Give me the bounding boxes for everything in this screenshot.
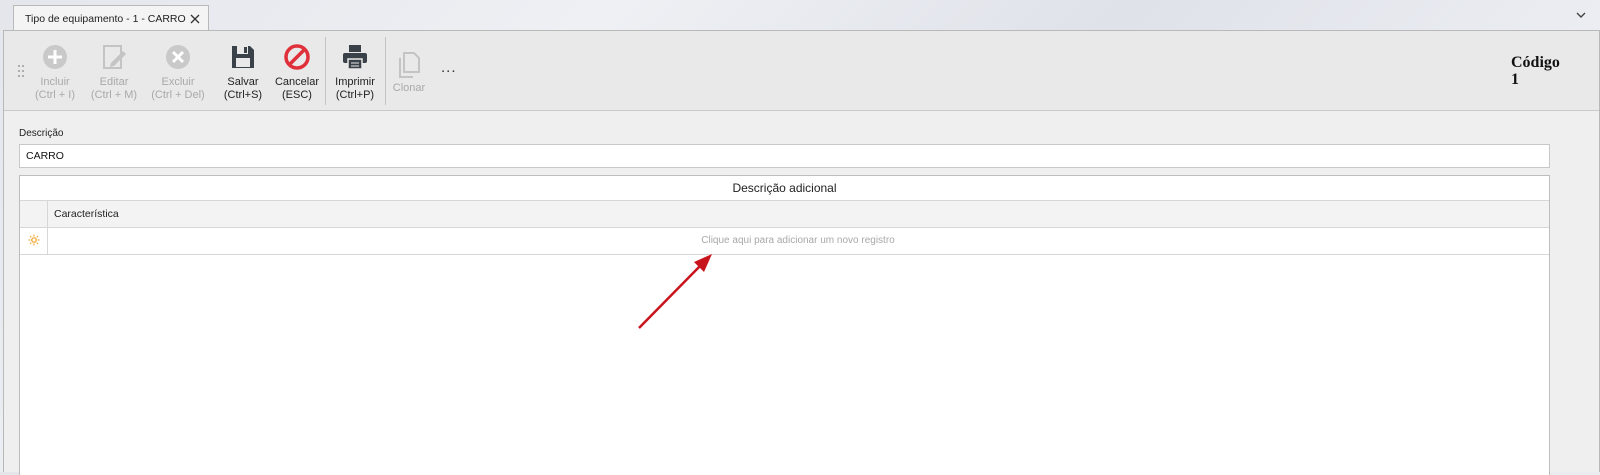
document-tab[interactable]: Tipo de equipamento - 1 - CARRO — [13, 5, 209, 31]
salvar-label: Salvar — [227, 76, 259, 88]
drag-grip-icon[interactable] — [17, 64, 25, 78]
more-options-button[interactable]: ... — [441, 59, 457, 76]
descricao-label: Descrição — [19, 128, 64, 139]
salvar-shortcut: (Ctrl+S) — [223, 89, 263, 101]
toolbar-separator — [325, 37, 326, 105]
new-row[interactable]: Clique aqui para adicionar um novo regis… — [20, 228, 1549, 255]
codigo-value: 1 — [1511, 71, 1519, 88]
new-row-hint[interactable]: Clique aqui para adicionar um novo regis… — [47, 228, 1549, 254]
incluir-shortcut: (Ctrl + I) — [34, 89, 76, 101]
codigo-display: Código 1 — [1511, 54, 1560, 88]
clonar-button[interactable]: Clonar — [388, 31, 430, 111]
imprimir-button[interactable]: Imprimir (Ctrl+P) — [329, 31, 381, 111]
tab-strip: Tipo de equipamento - 1 - CARRO — [0, 0, 1600, 31]
cancelar-shortcut: (ESC) — [282, 89, 312, 101]
floppy-disk-icon — [229, 43, 257, 71]
incluir-label: Incluir — [40, 76, 70, 88]
editar-label: Editar — [99, 76, 129, 88]
printer-icon — [341, 43, 369, 71]
incluir-button[interactable]: Incluir (Ctrl + I) — [30, 31, 80, 111]
excluir-button[interactable]: Excluir (Ctrl + Del) — [147, 31, 209, 111]
new-row-indicator — [20, 228, 48, 254]
cancel-circle-icon — [283, 43, 311, 71]
close-icon[interactable] — [188, 12, 202, 26]
cancelar-label: Cancelar — [274, 76, 320, 88]
x-circle-icon — [164, 43, 192, 71]
column-header-caracteristica[interactable]: Característica — [54, 201, 119, 227]
annotation-arrow — [638, 254, 712, 329]
grid-title: Descrição adicional — [20, 176, 1549, 201]
row-indicator-header — [20, 201, 48, 227]
tab-title: Tipo de equipamento - 1 - CARRO — [25, 12, 186, 25]
excluir-label: Excluir — [161, 76, 195, 88]
clone-icon — [395, 51, 423, 79]
imprimir-label: Imprimir — [335, 76, 375, 88]
imprimir-shortcut: (Ctrl+P) — [335, 89, 375, 101]
toolbar: Incluir (Ctrl + I) Editar (Ctrl + M) Exc… — [4, 31, 1599, 111]
excluir-shortcut: (Ctrl + Del) — [151, 89, 205, 101]
descricao-adicional-grid: Descrição adicional Característica Cliqu… — [19, 175, 1550, 475]
editar-button[interactable]: Editar (Ctrl + M) — [86, 31, 142, 111]
plus-circle-icon — [41, 43, 69, 71]
cancelar-button[interactable]: Cancelar (ESC) — [272, 31, 322, 111]
editar-shortcut: (Ctrl + M) — [90, 89, 138, 101]
grid-header-row: Característica — [20, 201, 1549, 228]
main-panel: Incluir (Ctrl + I) Editar (Ctrl + M) Exc… — [3, 30, 1600, 475]
codigo-label: Código — [1511, 54, 1560, 71]
descricao-input[interactable] — [19, 144, 1550, 168]
clonar-label: Clonar — [392, 82, 426, 94]
edit-pencil-icon — [100, 43, 128, 71]
salvar-button[interactable]: Salvar (Ctrl+S) — [218, 31, 268, 111]
toolbar-separator — [385, 37, 386, 105]
sun-icon — [28, 234, 40, 249]
chevron-down-icon[interactable] — [1574, 8, 1588, 22]
